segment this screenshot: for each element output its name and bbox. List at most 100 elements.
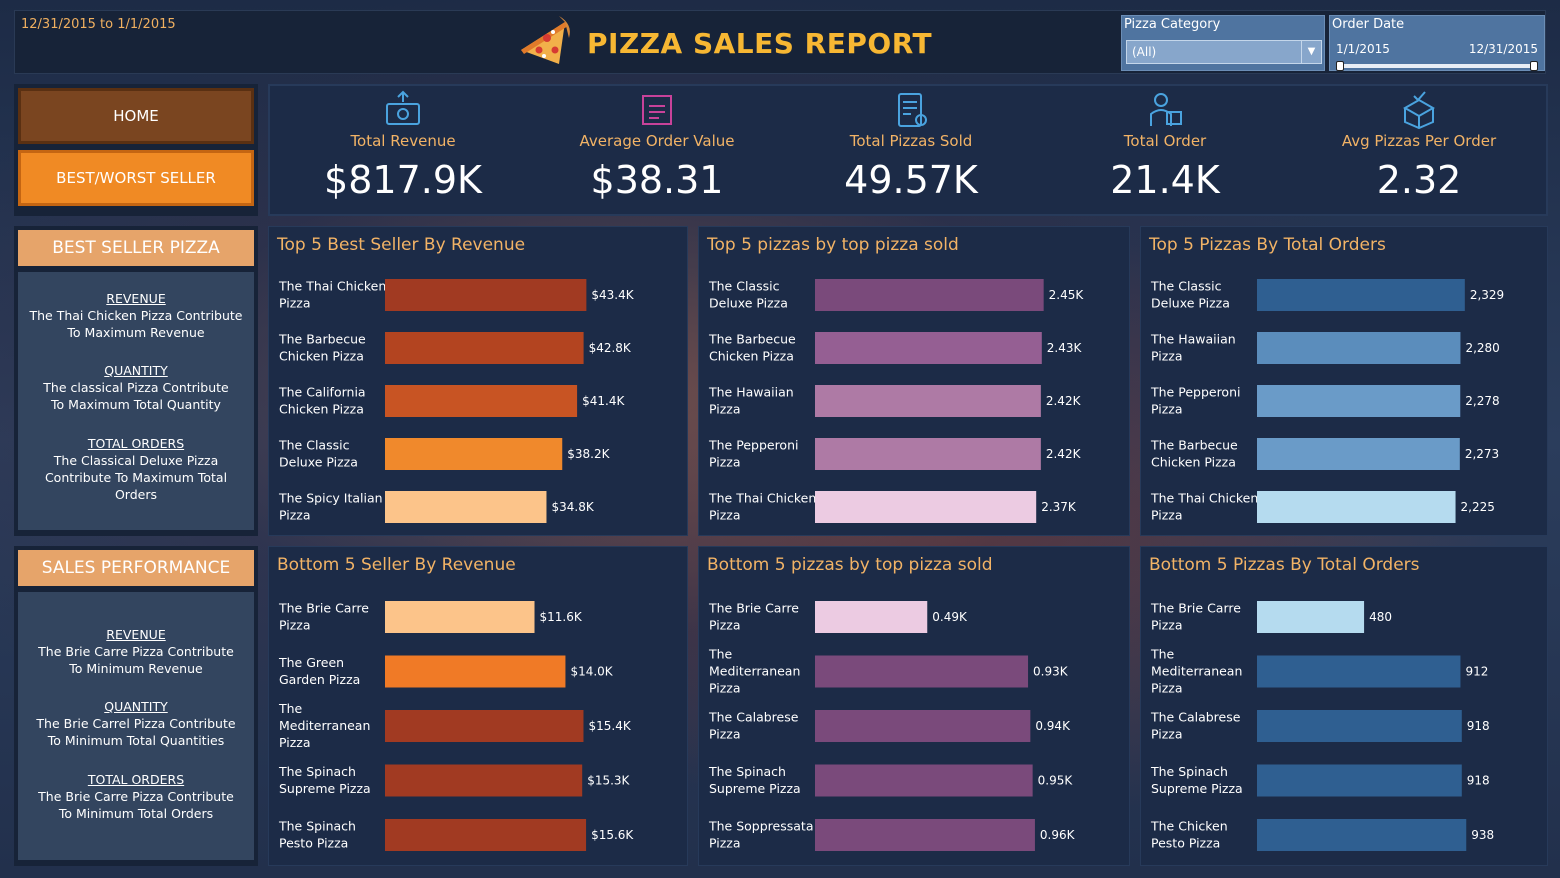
min-revenue-head: REVENUE <box>106 627 166 642</box>
nav-panel: HOME BEST/WORST SELLER <box>14 84 258 216</box>
min-orders-section: TOTAL ORDERS The Brie Carre Pizza Contri… <box>18 771 254 822</box>
data-label: $38.2K <box>567 447 610 461</box>
page-title: PIZZA SALES REPORT <box>587 26 933 60</box>
data-label: 0.95K <box>1038 774 1074 788</box>
bar[interactable] <box>815 764 1033 797</box>
category-label: The Green <box>278 655 344 670</box>
chart-top-sold-svg: The Classic Deluxe Pizza 2.45K The Barbecue… <box>708 279 1085 523</box>
category-label: Garden Pizza <box>279 672 360 687</box>
sales-performance-panel: SALES PERFORMANCE REVENUE The Brie Carre… <box>14 546 258 866</box>
bar[interactable] <box>815 279 1044 311</box>
chart-top-orders-svg: The Classic Deluxe Pizza 2,329 The Hawaiian… <box>1150 279 1504 523</box>
kpi-value: 49.57K <box>844 158 978 202</box>
box-icon <box>1399 90 1439 130</box>
category-label: The Classic <box>708 279 780 294</box>
title-group: PIZZA SALES REPORT <box>515 13 932 73</box>
bar[interactable] <box>385 819 587 851</box>
chart-bottom-sold-svg: The Brie Carre Pizza 0.49K The Mediterranean… <box>708 601 1076 851</box>
category-label: The Spinach <box>278 819 356 834</box>
bar[interactable] <box>1257 332 1461 364</box>
data-label: 2.45K <box>1049 288 1085 302</box>
bar[interactable] <box>385 710 584 742</box>
bar[interactable] <box>1257 279 1465 311</box>
category-label: Mediterranean <box>1151 664 1242 679</box>
category-label: The Barbecue <box>278 332 366 347</box>
kpi-label: Average Order Value <box>579 132 735 150</box>
bar[interactable] <box>815 385 1041 417</box>
category-label: The <box>1150 647 1175 662</box>
bar[interactable] <box>1257 764 1462 797</box>
bar[interactable] <box>1257 385 1461 417</box>
bar[interactable] <box>1257 655 1461 688</box>
bar[interactable] <box>1257 710 1462 742</box>
category-label: The Classic <box>1150 279 1222 294</box>
best-revenue-head: REVENUE <box>106 291 166 306</box>
data-label: $14.0K <box>570 665 613 679</box>
kpi-total-revenue: Total Revenue $817.9K <box>276 86 530 216</box>
category-label: Supreme Pizza <box>709 781 801 796</box>
order-value-icon <box>637 90 677 130</box>
bar[interactable] <box>815 438 1041 470</box>
bar[interactable] <box>1257 819 1467 851</box>
data-label: 2,225 <box>1461 500 1495 514</box>
bar[interactable] <box>815 491 1037 523</box>
category-label: The Thai Chicken <box>278 279 386 294</box>
date-slider-start-handle[interactable] <box>1336 61 1344 71</box>
bar[interactable] <box>815 601 928 633</box>
bar[interactable] <box>385 764 583 797</box>
category-label: Pizza <box>1151 508 1183 523</box>
chevron-down-icon[interactable]: ▼ <box>1301 41 1321 63</box>
bar[interactable] <box>815 332 1042 364</box>
header-bar: 12/31/2015 to 1/1/2015 PIZZA SALES REPOR… <box>14 10 1546 74</box>
bar[interactable] <box>385 385 578 417</box>
date-slider-track[interactable] <box>1338 64 1536 68</box>
data-label: $11.6K <box>540 610 583 624</box>
min-quantity-head: QUANTITY <box>104 699 168 714</box>
category-label: Pizza <box>709 455 741 470</box>
bar[interactable] <box>385 279 587 311</box>
kpi-value: 2.32 <box>1376 158 1462 202</box>
category-label: The Hawaiian <box>708 385 794 400</box>
pizza-category-select[interactable]: (All) ▼ <box>1126 40 1322 64</box>
bar[interactable] <box>1257 601 1365 633</box>
bar[interactable] <box>815 819 1035 851</box>
category-label: The Brie Carre <box>708 601 799 616</box>
bar[interactable] <box>385 491 547 523</box>
data-label: 2,278 <box>1465 394 1499 408</box>
data-label: 480 <box>1369 610 1392 624</box>
kpi-label: Avg Pizzas Per Order <box>1341 132 1497 150</box>
chart-bottom-orders-svg: The Brie Carre Pizza 480 The Mediterranean Pi… <box>1150 601 1494 851</box>
best-orders-text: The Classical Deluxe Pizza Contribute To… <box>44 453 228 502</box>
bar[interactable] <box>815 710 1031 742</box>
bar[interactable] <box>1257 438 1460 470</box>
kpi-label: Total Order <box>1123 132 1207 150</box>
category-label: Chicken Pizza <box>1151 455 1236 470</box>
kpi-total-pizzas-sold: Total Pizzas Sold 49.57K <box>784 86 1038 216</box>
bar[interactable] <box>1257 491 1456 523</box>
data-label: 938 <box>1471 828 1494 842</box>
category-label: The Brie Carre <box>1150 601 1241 616</box>
best-revenue-text: The Thai Chicken Pizza Contribute To Max… <box>29 308 243 340</box>
bar[interactable] <box>815 655 1029 688</box>
pizza-category-label: Pizza Category <box>1124 17 1221 32</box>
date-slider-end-handle[interactable] <box>1530 61 1538 71</box>
category-label: Pesto Pizza <box>279 836 348 851</box>
bar[interactable] <box>385 601 535 633</box>
category-label: The Pepperoni <box>1150 385 1240 400</box>
home-button[interactable]: HOME <box>18 88 254 144</box>
category-label: Pizza <box>279 618 311 633</box>
category-label: The Barbecue <box>1150 438 1238 453</box>
bar[interactable] <box>385 438 563 470</box>
chart-bottom-sold: Bottom 5 pizzas by top pizza sold The Br… <box>698 546 1130 866</box>
category-label: Pizza <box>709 727 741 742</box>
category-label: The Thai Chicken <box>708 491 816 506</box>
category-label: The Hawaiian <box>1150 332 1236 347</box>
category-label: Deluxe Pizza <box>279 455 358 470</box>
bar[interactable] <box>385 332 584 364</box>
category-label: Pizza <box>1151 727 1183 742</box>
best-seller-panel: BEST SELLER PIZZA REVENUE The Thai Chick… <box>14 226 258 536</box>
bar[interactable] <box>385 655 566 688</box>
best-worst-seller-button[interactable]: BEST/WORST SELLER <box>18 150 254 206</box>
best-revenue-section: REVENUE The Thai Chicken Pizza Contribut… <box>18 290 254 341</box>
best-quantity-section: QUANTITY The classical Pizza Contribute … <box>18 362 254 413</box>
